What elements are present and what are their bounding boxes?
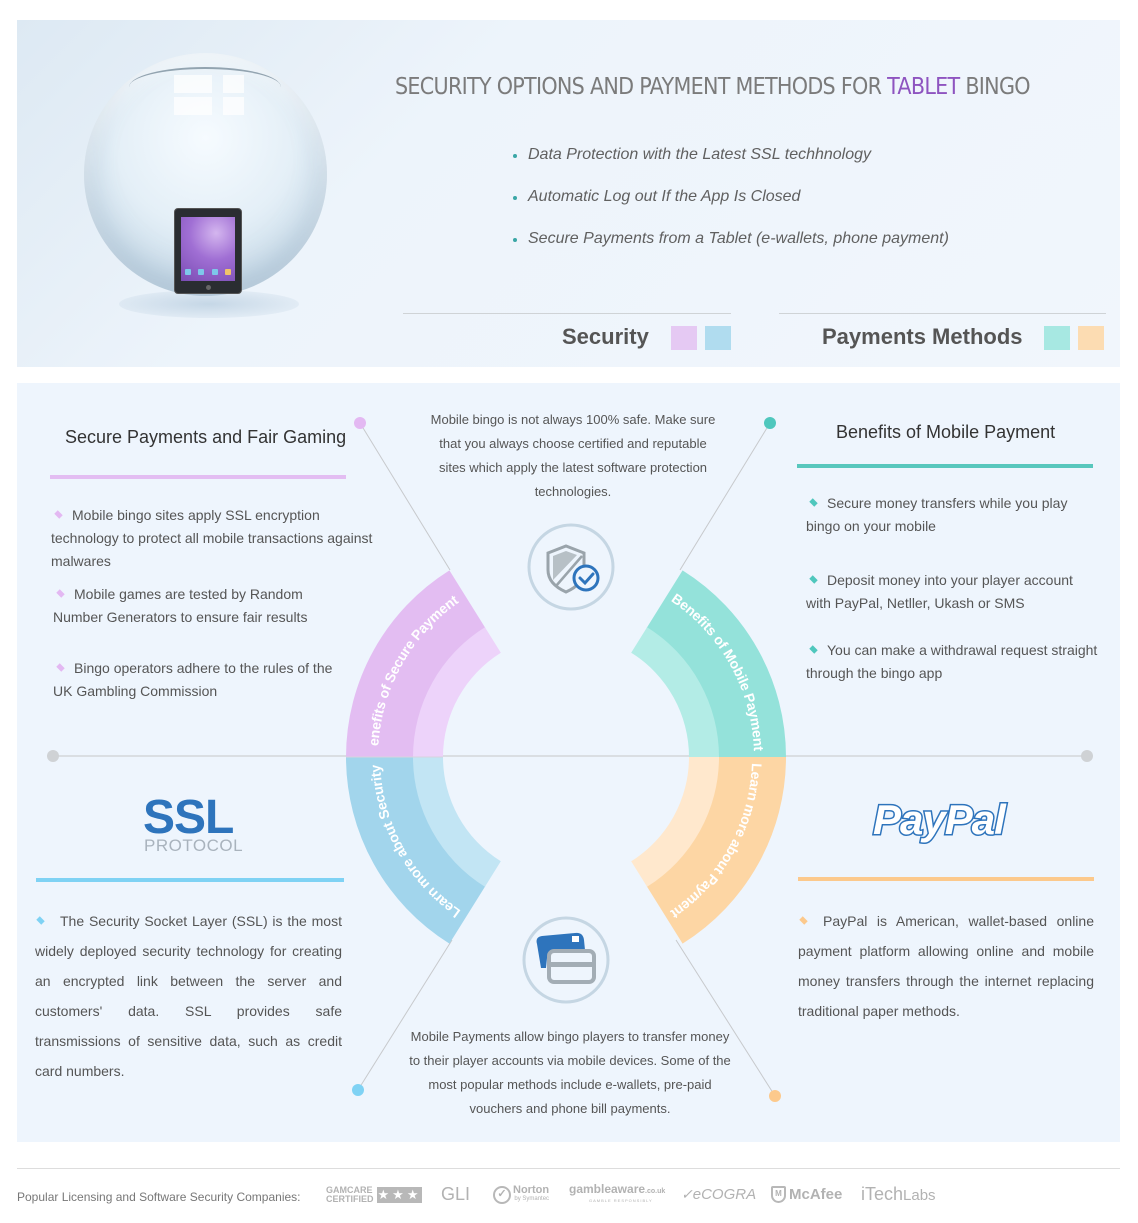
- norton-check-icon: ✓: [493, 1185, 511, 1204]
- mobile-bullet: Secure money transfers while you play bi…: [806, 495, 1068, 534]
- gli-logo: GLI: [441, 1184, 471, 1204]
- diamond-bullet-icon: [799, 916, 808, 925]
- shield-check-icon: [527, 523, 615, 611]
- diamond-bullet-icon: [809, 498, 818, 507]
- mobile-section-rule: [797, 464, 1093, 468]
- diamond-bullet-icon: [56, 663, 65, 672]
- ecogra-logo: ✓eCOGRA: [681, 1186, 757, 1203]
- mobile-bullet: You can make a withdrawal request straig…: [806, 642, 1098, 681]
- footer-divider: [17, 1168, 1120, 1169]
- gambleaware-logo: gambleaware.co.uk GAMBLE RESPONSIBLY: [569, 1181, 666, 1203]
- diamond-bullet-icon: [36, 916, 45, 925]
- axis-endpoint-right: [1081, 750, 1093, 762]
- center-bottom-text: Mobile Payments allow bingo players to t…: [409, 1029, 731, 1116]
- gamcare-logo: GAMCARE CERTIFIED ★★★: [326, 1184, 423, 1204]
- endpoint-teal: [764, 417, 776, 429]
- credit-cards-icon: [522, 916, 610, 1004]
- footer-label: Popular Licensing and Software Security …: [17, 1190, 301, 1204]
- paypal-description: PayPal is American, wallet-based online …: [798, 913, 1094, 1019]
- mobile-section-title: Benefits of Mobile Payment: [836, 422, 1056, 442]
- endpoint-purple: [354, 417, 366, 429]
- paypal-logo: PayPal: [872, 795, 1008, 845]
- axis-endpoint-left: [47, 750, 59, 762]
- ecogra-check-icon: ✓: [681, 1186, 693, 1202]
- norton-logo: ✓ Norton by Symantec: [493, 1184, 569, 1204]
- diamond-bullet-icon: [809, 645, 818, 654]
- mcafee-logo: M McAfee: [771, 1186, 861, 1203]
- secure-bullet: Mobile games are tested by Random Number…: [53, 586, 308, 625]
- gamcare-stars-icon: ★★★: [376, 1186, 423, 1203]
- ssl-section-rule: [36, 878, 344, 882]
- mobile-bullet: Deposit money into your player account w…: [806, 572, 1073, 611]
- secure-bullet: Bingo operators adhere to the rules of t…: [53, 660, 333, 699]
- secure-section-rule: [50, 475, 346, 479]
- diamond-bullet-icon: [809, 575, 818, 584]
- footer-logos: GAMCARE CERTIFIED ★★★ GLI ✓ Norton by Sy…: [326, 1181, 936, 1205]
- diamond-bullet-icon: [54, 510, 63, 519]
- paypal-section-rule: [798, 877, 1094, 881]
- endpoint-blue: [352, 1084, 364, 1096]
- endpoint-orange: [769, 1090, 781, 1102]
- diamond-bullet-icon: [56, 589, 65, 598]
- secure-bullet: Mobile bingo sites apply SSL encryption …: [51, 507, 373, 569]
- itechlabs-logo: iTechLabs: [861, 1184, 936, 1204]
- mcafee-shield-icon: M: [771, 1186, 786, 1203]
- secure-section-title: Secure Payments and Fair Gaming: [65, 427, 347, 447]
- ssl-logo-subtitle: PROTOCOL: [144, 836, 244, 855]
- ssl-description: The Security Socket Layer (SSL) is the m…: [35, 913, 342, 1079]
- center-top-text: Mobile bingo is not always 100% safe. Ma…: [430, 412, 716, 499]
